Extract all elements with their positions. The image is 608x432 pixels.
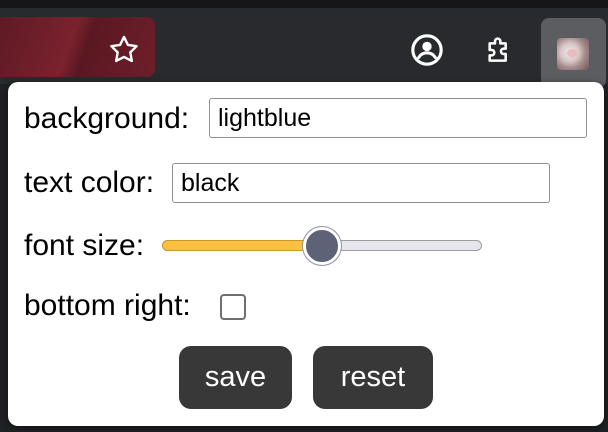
bottom-right-label: bottom right: [24, 289, 191, 322]
extension-button[interactable] [541, 18, 606, 88]
reset-button[interactable]: reset [313, 346, 433, 409]
text-color-label: text color: [24, 166, 155, 199]
background-label: background: [24, 102, 190, 135]
star-icon[interactable] [105, 31, 143, 69]
account-icon[interactable] [407, 30, 447, 70]
text-color-input[interactable] [172, 163, 550, 203]
background-input[interactable] [209, 98, 587, 138]
extension-popup: background: text color: font size: botto… [8, 82, 604, 426]
cat-avatar-icon [557, 38, 589, 70]
puzzle-icon[interactable] [479, 30, 519, 70]
save-button[interactable]: save [179, 346, 292, 409]
slider-thumb[interactable] [303, 227, 341, 265]
slider-fill [162, 240, 322, 251]
bottom-right-checkbox[interactable] [220, 294, 246, 320]
font-size-label: font size: [24, 229, 145, 262]
font-size-slider[interactable] [162, 226, 484, 266]
browser-toolbar [0, 8, 608, 88]
browser-tab-strip [0, 0, 608, 8]
